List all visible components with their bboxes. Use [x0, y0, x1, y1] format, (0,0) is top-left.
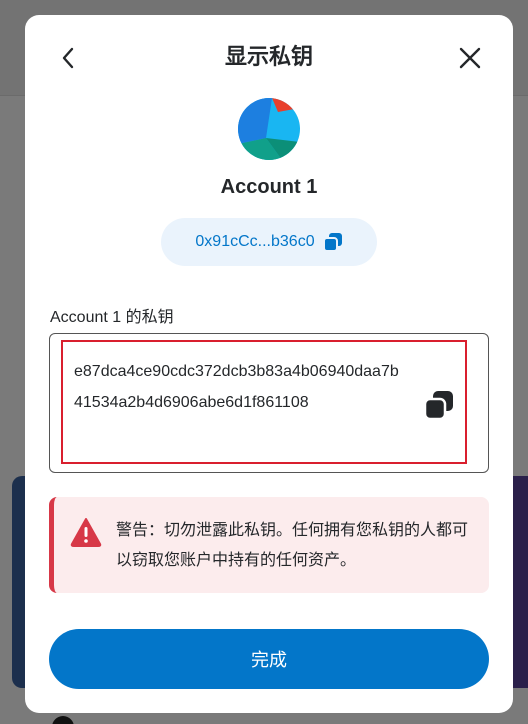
private-key-value: e87dca4ce90cdc372dcb3b83a4b06940daa7b415… — [74, 363, 399, 411]
close-icon — [459, 47, 481, 69]
close-button[interactable] — [455, 43, 485, 73]
private-key-box: e87dca4ce90cdc372dcb3b83a4b06940daa7b415… — [49, 333, 489, 473]
dialog-title: 显示私钥 — [224, 45, 313, 70]
private-key-label: Account 1 的私钥 — [50, 309, 174, 326]
warning-text: 警告：切勿泄露此私钥。任何拥有您私钥的人都可以窃取您账户中持有的任何资产。 — [116, 520, 469, 569]
background-dot — [52, 716, 74, 724]
warning-banner: 警告：切勿泄露此私钥。任何拥有您私钥的人都可以窃取您账户中持有的任何资产。 — [49, 497, 489, 593]
account-address: 0x91cCc...b36c0 — [195, 233, 315, 250]
copy-icon — [424, 391, 453, 420]
done-button[interactable]: 完成 — [49, 629, 489, 689]
account-name: Account 1 — [220, 176, 318, 198]
copy-icon — [322, 233, 342, 252]
account-address-copy-button[interactable]: 0x91cCc...b36c0 — [161, 218, 377, 266]
reveal-private-key-dialog: 显示私钥 Account 1 0x91cCc...b36c0 Account 1… — [25, 15, 513, 713]
alert-triangle-icon — [70, 518, 102, 547]
account-avatar — [238, 98, 300, 160]
dialog-header: 显示私钥 — [25, 15, 513, 99]
copy-private-key-button[interactable] — [422, 388, 456, 422]
